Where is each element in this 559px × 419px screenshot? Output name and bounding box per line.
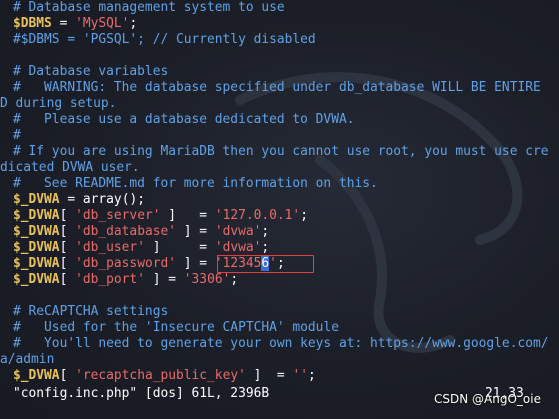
code-line[interactable]: # If you are using MariaDB then you cann…	[13, 144, 559, 160]
code-line[interactable]: #	[13, 128, 559, 144]
code-token-op: [	[59, 368, 76, 383]
code-token-key: 'recaptcha_public_key'	[75, 368, 246, 383]
code-token-cmt: D during setup.	[0, 96, 117, 111]
code-token-cmt: # Used for the 'Insecure CAPTCHA' module	[13, 320, 339, 335]
code-token-str: '3306'	[183, 272, 231, 287]
code-token-op: ;	[300, 208, 308, 223]
code-token-cmt: #$DBMS = 'PGSQL'; // Currently disabled	[13, 32, 316, 47]
code-line[interactable]: # Used for the 'Insecure CAPTCHA' module	[13, 320, 559, 336]
code-line[interactable]: $_DVWA[ 'db_user' ] = 'dvwa';	[13, 240, 559, 256]
code-token-cmt: a/admin	[0, 352, 55, 367]
code-line[interactable]: $DBMS = 'MySQL';	[13, 16, 559, 32]
code-token-cmt: # You'll need to generate your own keys …	[13, 336, 549, 351]
vim-editor-buffer[interactable]: # Database management system to use $DBMS…	[0, 0, 559, 384]
code-token-cmt: # Database variables	[13, 64, 169, 79]
code-token-op: [	[59, 224, 76, 239]
code-token-op: ;	[261, 224, 270, 239]
code-token-var: $_DVWA	[13, 256, 60, 271]
code-token-op: [	[59, 272, 76, 287]
code-line[interactable]	[13, 48, 559, 64]
code-token-cmt: # WARNING: The database specified under …	[13, 80, 541, 95]
code-token-str: 'dvwa'	[214, 224, 262, 239]
code-line[interactable]: $_DVWA[ 'db_port' ] = '3306';	[13, 272, 559, 288]
code-token-cmt: dicated DVWA user.	[0, 160, 140, 175]
code-token-op: ();	[121, 192, 145, 207]
code-token-key: 'db_user'	[75, 240, 145, 255]
code-line[interactable]: $_DVWA[ 'db_database' ] = 'dvwa';	[13, 224, 559, 240]
code-token-op: ;	[261, 240, 270, 255]
code-token-op: ] =	[144, 272, 184, 287]
code-line[interactable]: $_DVWA = array();	[13, 192, 559, 208]
code-token-op: ] =	[176, 256, 215, 271]
code-token-op: ;	[230, 272, 239, 287]
code-line[interactable]: a/admin	[0, 352, 559, 368]
code-token-var: $_DVWA	[13, 224, 60, 239]
code-token-op: [	[59, 208, 76, 223]
code-token-var: $_DVWA	[13, 208, 60, 223]
code-token-key: 'db_password'	[75, 256, 177, 271]
code-line[interactable]: D during setup.	[0, 96, 559, 112]
code-token-var: $DBMS	[13, 16, 52, 31]
code-token-cmt: #	[13, 128, 21, 143]
code-token-var: $_DVWA	[13, 272, 60, 287]
code-line[interactable]: # Please use a database dedicated to DVW…	[13, 112, 559, 128]
code-token-key: 'db_server'	[75, 208, 161, 223]
code-token-op: ] =	[245, 368, 293, 383]
terminal-window[interactable]: # Database management system to use $DBMS…	[0, 0, 559, 419]
text-cursor: 6	[261, 256, 270, 271]
code-token-str: '12345	[214, 256, 262, 271]
code-line[interactable]: # WARNING: The database specified under …	[13, 80, 559, 96]
code-token-op: ;	[276, 256, 285, 271]
code-token-op: ] =	[160, 208, 215, 223]
code-token-str: ''	[292, 368, 308, 383]
code-token-key: 'db_port'	[75, 272, 145, 287]
code-token-op: ;	[307, 368, 316, 383]
code-line[interactable]: $_DVWA[ 'db_password' ] = '123456';	[13, 256, 559, 272]
code-line[interactable]: # ReCAPTCHA settings	[13, 304, 559, 320]
code-token-cmt: # If you are using MariaDB then you cann…	[13, 144, 549, 159]
code-line[interactable]: # Database variables	[13, 64, 559, 80]
code-line[interactable]: dicated DVWA user.	[0, 160, 559, 176]
code-token-str: '	[269, 256, 277, 271]
code-line[interactable]: $_DVWA[ 'db_server' ] = '127.0.0.1';	[13, 208, 559, 224]
code-token-str: 'MySQL'	[75, 16, 130, 31]
code-token-op: =	[59, 192, 83, 207]
code-token-op: ] =	[176, 224, 215, 239]
code-token-var: $_DVWA	[13, 240, 60, 255]
csdn-watermark-label: CSDN @AngO_oie	[434, 392, 541, 406]
code-line[interactable]: # You'll need to generate your own keys …	[13, 336, 559, 352]
code-line[interactable]	[13, 288, 559, 304]
code-token-str: 'dvwa'	[214, 240, 262, 255]
code-token-cmt: # See README.md for more information on …	[13, 176, 378, 191]
code-token-var: $_DVWA	[13, 368, 60, 383]
code-token-var: $_DVWA	[13, 192, 60, 207]
code-token-op: =	[51, 16, 76, 31]
code-line[interactable]: # See README.md for more information on …	[13, 176, 559, 192]
code-token-cmt: # ReCAPTCHA settings	[13, 304, 169, 319]
code-line[interactable]: # Database management system to use	[13, 0, 559, 16]
code-token-op: ] =	[144, 240, 215, 255]
code-token-key: 'db_database'	[75, 224, 177, 239]
code-token-fn: array	[82, 192, 122, 207]
code-token-op: [	[59, 240, 76, 255]
code-token-cmt: # Please use a database dedicated to DVW…	[13, 112, 355, 127]
code-line[interactable]: $_DVWA[ 'recaptcha_public_key' ] = '';	[13, 368, 559, 384]
code-line[interactable]: #$DBMS = 'PGSQL'; // Currently disabled	[13, 32, 559, 48]
code-token-str: '127.0.0.1'	[214, 208, 301, 223]
code-token-op: [	[59, 256, 76, 271]
code-token-op: ;	[129, 16, 138, 31]
code-token-cmt: # Database management system to use	[13, 0, 285, 15]
